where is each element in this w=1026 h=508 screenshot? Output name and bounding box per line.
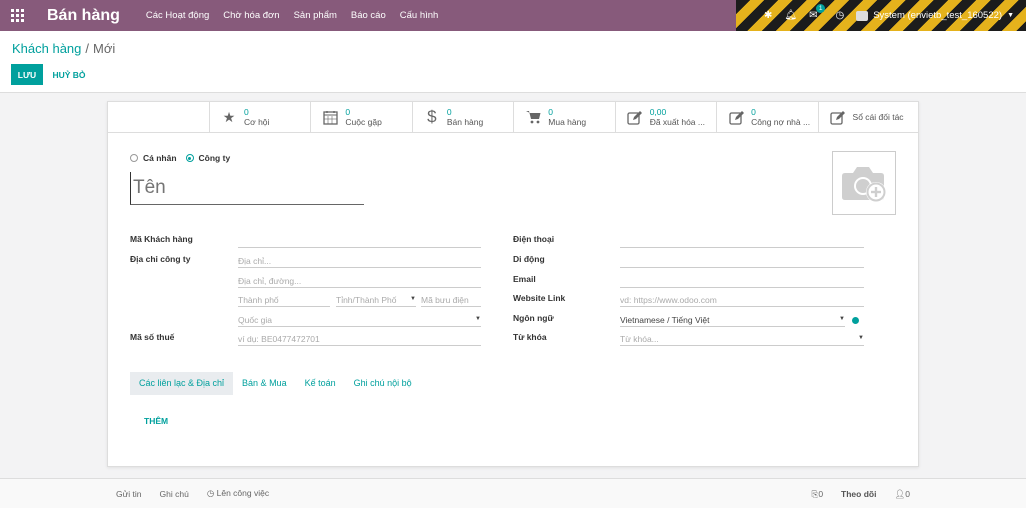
top-navbar: Bán hàng Các Hoạt động Chờ hóa đơn Sản p… bbox=[0, 0, 1026, 31]
phone-label: Điện thoại bbox=[513, 234, 555, 244]
city-field[interactable]: Thành phố bbox=[238, 293, 330, 307]
smart-button-invoiced[interactable]: 0,00 Đã xuất hóa ... bbox=[616, 102, 718, 132]
notebook-tabs: Các liên lạc & Địa chỉ Bán & Mua Kế toán… bbox=[130, 372, 421, 395]
tab-internal-notes[interactable]: Ghi chú nội bộ bbox=[345, 372, 421, 395]
log-note-button[interactable]: Ghi chú bbox=[160, 489, 189, 499]
vat-label: Mã số thuế bbox=[130, 332, 175, 342]
address-label: Địa chỉ công ty bbox=[130, 254, 191, 264]
user-name: System (envietb_test_160522) bbox=[873, 10, 1003, 21]
edit-icon bbox=[727, 108, 745, 126]
caret-down-icon: ▼ bbox=[858, 335, 864, 341]
schedule-activity-button[interactable]: ◷ Lên công việc bbox=[207, 488, 269, 499]
attachments-button[interactable]: ⎘0 bbox=[812, 489, 824, 500]
control-panel: Khách hàng / Mới LƯU HUỶ BỎ bbox=[0, 31, 1026, 93]
customer-code-label: Mã Khách hàng bbox=[130, 234, 193, 244]
smart-buttons-box: ★ 0 Cơ hội 0 Cuộc gặp $ 0 Bán hàng 0 Mua hàn… bbox=[209, 102, 919, 133]
star-icon: ★ bbox=[222, 108, 236, 125]
caret-down-icon: ▼ bbox=[475, 316, 481, 322]
tags-field[interactable]: Từ khóa... ▼ bbox=[620, 332, 864, 346]
vat-field[interactable]: ví dụ: BE0477472701 bbox=[238, 332, 481, 346]
language-select[interactable]: Vietnamese / Tiếng Việt ▼ bbox=[620, 313, 845, 327]
caret-down-icon: ▼ bbox=[839, 316, 845, 322]
name-field[interactable] bbox=[130, 172, 364, 205]
radio-individual[interactable] bbox=[130, 154, 138, 162]
clock-icon[interactable]: ◷ bbox=[835, 10, 844, 21]
radio-company-label[interactable]: Công ty bbox=[199, 153, 231, 163]
edit-icon bbox=[626, 108, 644, 126]
tab-contacts-addresses[interactable]: Các liên lạc & Địa chỉ bbox=[130, 372, 234, 395]
breadcrumb: Khách hàng / Mới bbox=[12, 41, 115, 56]
tab-accounting[interactable]: Kế toán bbox=[296, 372, 345, 395]
company-type-radio-group: Cá nhân Công ty bbox=[130, 153, 239, 163]
add-contact-button[interactable]: THÊM bbox=[144, 416, 168, 426]
followers-button[interactable]: 👤︎0 bbox=[894, 489, 910, 500]
calendar-icon bbox=[321, 108, 339, 126]
avatar bbox=[856, 10, 869, 21]
breadcrumb-current: Mới bbox=[93, 41, 116, 56]
breadcrumb-customers[interactable]: Khách hàng bbox=[12, 41, 81, 56]
clock-icon: ◷ bbox=[206, 488, 215, 498]
smart-button-partner-ledger[interactable]: Sổ cái đối tác bbox=[819, 102, 919, 132]
save-button[interactable]: LƯU bbox=[11, 64, 43, 85]
dollar-icon: $ bbox=[427, 107, 437, 126]
zip-field[interactable]: Mã bưu điện bbox=[421, 293, 481, 307]
customer-code-field[interactable] bbox=[238, 234, 481, 248]
globe-icon[interactable] bbox=[852, 317, 859, 324]
systray: ✱ 🔔︎ ✉ 1 ◷ System (envietb_test_160522) ▼ bbox=[736, 0, 1026, 31]
discard-button[interactable]: HUỶ BỎ bbox=[48, 64, 90, 85]
phone-field[interactable] bbox=[620, 234, 864, 248]
follow-button[interactable]: Theo dõi bbox=[841, 489, 876, 499]
street2-field[interactable]: Địa chỉ, đường... bbox=[238, 274, 481, 288]
mobile-label: Di động bbox=[513, 254, 545, 264]
app-title[interactable]: Bán hàng bbox=[47, 7, 120, 25]
caret-down-icon: ▼ bbox=[1007, 12, 1014, 19]
apps-grid-icon[interactable] bbox=[11, 8, 25, 23]
edit-icon bbox=[829, 108, 847, 126]
menu-to-invoice[interactable]: Chờ hóa đơn bbox=[223, 10, 279, 21]
cart-icon bbox=[524, 108, 542, 126]
radio-individual-label[interactable]: Cá nhân bbox=[143, 153, 177, 163]
smart-button-purchases[interactable]: 0 Mua hàng bbox=[514, 102, 616, 132]
send-message-button[interactable]: Gửi tin bbox=[116, 489, 142, 499]
website-field[interactable]: vd: https://www.odoo.com bbox=[620, 293, 864, 307]
tab-sales-purchase[interactable]: Bán & Mua bbox=[233, 372, 296, 395]
street-field[interactable]: Địa chỉ... bbox=[238, 254, 481, 268]
tags-label: Từ khóa bbox=[513, 332, 547, 342]
chat-icon[interactable]: ✉ 1 bbox=[809, 4, 826, 21]
country-field[interactable]: Quốc gia ▼ bbox=[238, 313, 481, 327]
smart-button-sales[interactable]: $ 0 Bán hàng bbox=[413, 102, 515, 132]
email-label: Email bbox=[513, 274, 536, 284]
form-sheet: ★ 0 Cơ hội 0 Cuộc gặp $ 0 Bán hàng 0 Mua hàn… bbox=[107, 101, 919, 467]
image-upload[interactable] bbox=[832, 151, 896, 215]
smart-button-opportunities[interactable]: ★ 0 Cơ hội bbox=[210, 102, 312, 132]
menu-activities[interactable]: Các Hoạt động bbox=[146, 10, 209, 21]
menu-products[interactable]: Sản phẩm bbox=[294, 10, 337, 21]
chatter-bar: Gửi tin Ghi chú ◷ Lên công việc ⎘0 Theo … bbox=[0, 478, 1026, 508]
mobile-field[interactable] bbox=[620, 254, 864, 268]
menu-reporting[interactable]: Báo cáo bbox=[351, 10, 386, 21]
camera-plus-icon bbox=[842, 167, 886, 202]
language-label: Ngôn ngữ bbox=[513, 313, 554, 323]
website-label: Website Link bbox=[513, 293, 566, 303]
breadcrumb-separator: / bbox=[85, 41, 90, 56]
bell-icon[interactable]: 🔔︎ bbox=[784, 10, 797, 21]
menu-configuration[interactable]: Cấu hình bbox=[400, 10, 439, 21]
radio-company[interactable] bbox=[185, 154, 194, 162]
user-icon: 👤︎ bbox=[894, 488, 906, 499]
smart-button-meetings[interactable]: 0 Cuộc gặp bbox=[311, 102, 413, 132]
state-field[interactable]: Tỉnh/Thành Phố ▼ bbox=[336, 293, 416, 307]
bug-icon[interactable]: ✱ bbox=[764, 10, 772, 21]
user-menu[interactable]: System (envietb_test_160522) ▼ bbox=[856, 10, 1014, 21]
email-field[interactable] bbox=[620, 274, 864, 288]
messages-badge: 1 bbox=[815, 4, 826, 13]
smart-button-vendor-bills[interactable]: 0 Công nợ nhà ... bbox=[717, 102, 819, 132]
caret-down-icon: ▼ bbox=[410, 296, 416, 302]
